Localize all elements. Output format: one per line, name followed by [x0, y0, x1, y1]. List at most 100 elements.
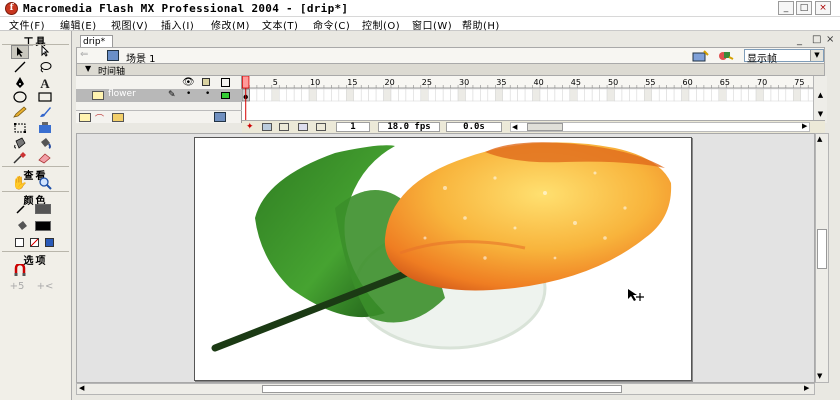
layer-outline-color[interactable]	[221, 92, 230, 99]
insert-layer-icon[interactable]	[79, 113, 91, 122]
swap-colors-icon[interactable]	[45, 238, 54, 247]
scroll-down-icon[interactable]: ▼	[817, 372, 822, 380]
insert-folder-icon[interactable]	[112, 113, 124, 122]
onion-outline-icon[interactable]	[279, 123, 289, 131]
menu-view[interactable]: 视图(V)	[111, 17, 148, 32]
menu-file[interactable]: 文件(F)	[9, 17, 45, 32]
rectangle-icon[interactable]	[36, 91, 54, 105]
smooth-icon[interactable]: +5	[8, 280, 26, 294]
frame-number-75: 75	[794, 78, 804, 87]
free-transform-icon[interactable]	[11, 122, 29, 136]
center-frame-icon[interactable]: ✦	[246, 122, 254, 132]
ink-bottle-icon[interactable]	[11, 137, 29, 151]
zoom-icon[interactable]	[36, 177, 54, 191]
pencil-icon[interactable]	[11, 106, 29, 120]
doc-close-button[interactable]: ×	[826, 34, 834, 45]
fill-color-icon[interactable]	[14, 220, 32, 234]
text-icon[interactable]: A	[36, 76, 54, 91]
oval-icon[interactable]	[11, 91, 29, 105]
layer-tools-row: ⌒	[76, 110, 242, 125]
layer-row-flower[interactable]: flower ✎ • •	[76, 89, 242, 102]
edit-scene-icon[interactable]	[692, 49, 710, 62]
menu-help[interactable]: 帮助(H)	[462, 17, 500, 32]
brush-icon[interactable]	[36, 106, 54, 120]
frame-number-45: 45	[571, 78, 581, 87]
scroll-right-icon[interactable]: ▶	[804, 384, 809, 392]
no-color-icon[interactable]	[30, 238, 39, 247]
stroke-color-icon[interactable]	[14, 203, 32, 217]
frame-number-50: 50	[608, 78, 618, 87]
restore-button[interactable]: □	[796, 1, 812, 15]
fill-color-swatch[interactable]	[35, 221, 51, 231]
hand-icon[interactable]: ✋	[11, 177, 29, 191]
menu-window[interactable]: 窗口(W)	[412, 17, 452, 32]
menu-text[interactable]: 文本(T)	[262, 17, 298, 32]
timeline-header[interactable]: ▼ 时间轴	[76, 64, 825, 77]
lock-dot[interactable]: •	[205, 89, 210, 99]
scroll-thumb[interactable]	[527, 123, 563, 131]
snap-icon[interactable]	[11, 262, 29, 278]
back-arrow-icon[interactable]: ⇐	[80, 49, 96, 62]
scroll-left-icon[interactable]: ◀	[79, 384, 84, 392]
eraser-icon[interactable]	[36, 152, 54, 166]
timeline-vertical-scrollbar[interactable]: ▲ ▼	[813, 76, 827, 123]
doc-minimize-button[interactable]: _	[797, 35, 802, 46]
default-colors-icon[interactable]	[15, 238, 24, 247]
line-icon[interactable]	[11, 61, 29, 75]
menu-modify[interactable]: 修改(M)	[211, 17, 250, 32]
title-bar: f Macromedia Flash MX Professional 2004 …	[0, 0, 840, 17]
layer-name[interactable]: flower	[108, 89, 136, 99]
frame-number-35: 35	[496, 78, 506, 87]
view-dropdown[interactable]: 显示帧 ▼	[744, 49, 824, 65]
pen-icon[interactable]	[11, 76, 29, 90]
menu-control[interactable]: 控制(O)	[362, 17, 400, 32]
lasso-icon[interactable]	[36, 61, 54, 75]
lock-icon[interactable]	[202, 78, 210, 86]
frame-number-70: 70	[757, 78, 767, 87]
menu-commands[interactable]: 命令(C)	[313, 17, 350, 32]
visibility-dot[interactable]: •	[186, 89, 191, 99]
edit-multiple-frames-icon[interactable]	[298, 123, 308, 131]
frames-grid: 151015202530354045505560657075	[241, 75, 816, 123]
elapsed-time: 0.0s	[446, 122, 502, 132]
minimize-button[interactable]: _	[778, 1, 794, 15]
onion-skin-icon[interactable]	[262, 123, 272, 131]
stroke-color-swatch[interactable]	[35, 204, 51, 214]
fill-transform-icon[interactable]	[36, 122, 54, 136]
eye-icon[interactable]: 👁	[182, 77, 195, 88]
timeline-horizontal-scrollbar[interactable]: ◀	[510, 122, 810, 132]
close-button[interactable]: ×	[815, 1, 831, 15]
edit-bar: ⇐ 场景 1 显示帧 ▼	[76, 47, 825, 65]
frame-number-55: 55	[645, 78, 655, 87]
subselect-icon[interactable]	[36, 44, 54, 59]
scroll-left-icon[interactable]: ◀	[512, 123, 517, 131]
stage-canvas[interactable]	[194, 137, 692, 381]
collapse-triangle-icon[interactable]: ▼	[85, 64, 91, 73]
straighten-icon[interactable]: +<	[36, 280, 54, 294]
scroll-up-icon[interactable]: ▲	[815, 91, 826, 104]
scroll-thumb[interactable]	[817, 229, 827, 269]
onion-markers-icon[interactable]	[316, 123, 326, 131]
chevron-down-icon[interactable]: ▼	[810, 50, 823, 61]
playhead[interactable]	[242, 75, 250, 89]
outline-icon[interactable]	[221, 78, 230, 87]
scroll-up-icon[interactable]: ▲	[817, 135, 822, 143]
add-motion-guide-icon[interactable]: ⌒	[95, 112, 104, 125]
scroll-right-icon[interactable]: ▶	[802, 122, 807, 130]
arrow-icon[interactable]	[11, 45, 29, 59]
stage-vertical-scrollbar[interactable]: ▲ ▼	[815, 133, 829, 383]
layer-icon	[92, 91, 104, 100]
frame-number-10: 10	[310, 78, 320, 87]
frame-number-20: 20	[385, 78, 395, 87]
frames-area[interactable]: 151015202530354045505560657075	[241, 75, 816, 123]
scroll-thumb[interactable]	[262, 385, 622, 393]
edit-symbols-icon[interactable]	[717, 49, 735, 62]
menu-edit[interactable]: 编辑(E)	[60, 17, 97, 32]
stage-horizontal-scrollbar[interactable]: ◀ ▶	[76, 383, 815, 395]
frame-rate: 18.0 fps	[378, 122, 440, 132]
menu-insert[interactable]: 插入(I)	[161, 17, 194, 32]
paint-bucket-icon[interactable]	[36, 137, 54, 151]
eyedropper-icon[interactable]	[11, 152, 29, 166]
delete-layer-icon[interactable]	[214, 112, 226, 122]
doc-restore-button[interactable]: □	[812, 34, 821, 45]
